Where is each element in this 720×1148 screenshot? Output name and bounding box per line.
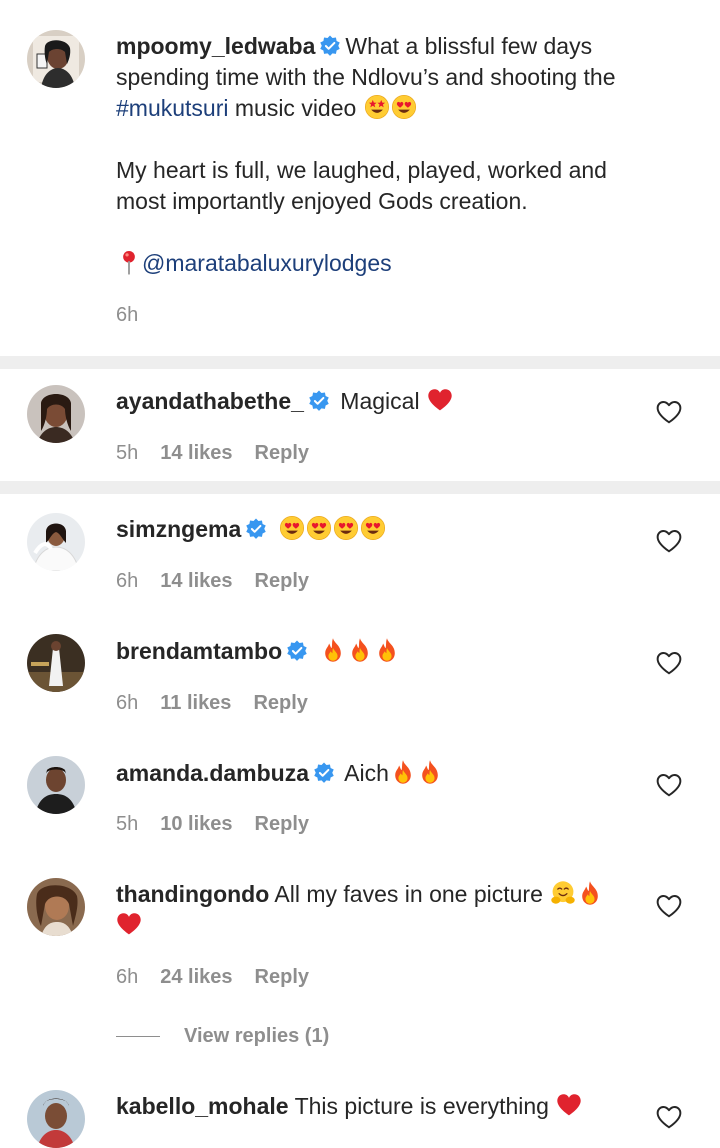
comment-body: Magical: [340, 388, 420, 414]
comment-body: This picture is everything: [294, 1093, 549, 1119]
avatar[interactable]: [27, 30, 85, 88]
heart-eyes-emoji: [306, 515, 332, 541]
timestamp: 6h: [116, 304, 139, 326]
likes-count[interactable]: 24 likes: [160, 966, 232, 988]
timestamp: 6h: [116, 570, 139, 592]
caption-location: @maratabaluxurylodges: [116, 248, 636, 279]
comment-body: All my faves in one picture: [274, 881, 543, 907]
hugging-face-emoji: [550, 880, 576, 906]
comment-text: brendamtambo: [116, 636, 636, 667]
comment-meta: 6h 24 likes Reply: [116, 964, 331, 990]
fire-emoji: [417, 759, 443, 785]
comment-username[interactable]: simzngema: [116, 516, 241, 542]
post-caption: mpoomy_ledwaba What a blissful few days s…: [0, 0, 720, 356]
comment-text: simzngema: [116, 514, 636, 545]
comment-username[interactable]: ayandathabethe_: [116, 388, 304, 414]
red-heart-emoji: [427, 387, 453, 413]
likes-count[interactable]: 10 likes: [160, 813, 232, 835]
comment-username[interactable]: thandingondo: [116, 881, 269, 907]
caption-text: mpoomy_ledwaba What a blissful few days s…: [116, 31, 636, 124]
fire-emoji: [374, 637, 400, 663]
caption-meta: 6h: [116, 302, 160, 328]
verified-badge-icon: [245, 518, 267, 540]
view-replies-label: View replies (1): [184, 1025, 330, 1047]
heart-outline-icon[interactable]: [656, 400, 682, 424]
fire-emoji: [390, 759, 416, 785]
timestamp: 6h: [116, 692, 139, 714]
view-replies-button[interactable]: View replies (1): [116, 1022, 329, 1050]
comment-username[interactable]: kabello_mohale: [116, 1093, 289, 1119]
comment-text: amanda.dambuza Aich: [116, 758, 636, 789]
divider: [0, 356, 720, 369]
comment-username[interactable]: amanda.dambuza: [116, 760, 309, 786]
comment-meta: 6h 14 likes Reply: [116, 568, 331, 594]
fire-emoji: [320, 637, 346, 663]
heart-outline-icon[interactable]: [656, 894, 682, 918]
likes-count[interactable]: 14 likes: [160, 570, 232, 592]
comment-text: kabello_mohale This picture is everythin…: [116, 1091, 636, 1122]
red-heart-emoji: [556, 1092, 582, 1118]
reply-button[interactable]: Reply: [255, 570, 309, 592]
heart-outline-icon[interactable]: [656, 651, 682, 675]
reply-thread-line: [116, 1036, 160, 1038]
comment-meta: 5h 10 likes Reply: [116, 811, 331, 837]
verified-badge-icon: [319, 35, 341, 57]
comment-meta: 6h 11 likes Reply: [116, 690, 330, 716]
mention-link[interactable]: @maratabaluxurylodges: [142, 250, 392, 276]
round-pushpin-emoji: [116, 249, 142, 275]
timestamp: 5h: [116, 813, 139, 835]
comment-text: ayandathabethe_ Magical: [116, 386, 636, 417]
red-heart-emoji: [116, 911, 142, 937]
avatar[interactable]: [27, 513, 85, 571]
reply-button[interactable]: Reply: [253, 692, 307, 714]
caption-text-part: music video: [228, 95, 357, 121]
avatar[interactable]: [27, 634, 85, 692]
timestamp: 6h: [116, 966, 139, 988]
heart-eyes-emoji: [391, 94, 417, 120]
comment-username[interactable]: brendamtambo: [116, 638, 282, 664]
likes-count[interactable]: 14 likes: [160, 442, 232, 464]
verified-badge-icon: [313, 762, 335, 784]
heart-eyes-emoji: [279, 515, 305, 541]
star-struck-emoji: [364, 94, 390, 120]
comment-meta: 5h 14 likes Reply: [116, 440, 331, 466]
verified-badge-icon: [308, 390, 330, 412]
timestamp: 5h: [116, 442, 139, 464]
heart-outline-icon[interactable]: [656, 773, 682, 797]
reply-button[interactable]: Reply: [255, 813, 309, 835]
fire-emoji: [577, 880, 603, 906]
likes-count[interactable]: 11 likes: [160, 692, 231, 714]
hashtag-link[interactable]: #mukutsuri: [116, 95, 228, 121]
avatar[interactable]: [27, 385, 85, 443]
divider: [0, 481, 720, 494]
caption-username[interactable]: mpoomy_ledwaba: [116, 33, 315, 59]
caption-paragraph: My heart is full, we laughed, played, wo…: [116, 157, 607, 214]
avatar[interactable]: [27, 1090, 85, 1148]
verified-badge-icon: [286, 640, 308, 662]
avatar[interactable]: [27, 756, 85, 814]
heart-outline-icon[interactable]: [656, 529, 682, 553]
comment-body: Aich: [344, 760, 389, 786]
heart-eyes-emoji: [360, 515, 386, 541]
fire-emoji: [347, 637, 373, 663]
reply-button[interactable]: Reply: [255, 966, 309, 988]
comment-text: thandingondo All my faves in one picture: [116, 879, 636, 941]
reply-button[interactable]: Reply: [255, 442, 309, 464]
heart-eyes-emoji: [333, 515, 359, 541]
avatar[interactable]: [27, 878, 85, 936]
heart-outline-icon[interactable]: [656, 1105, 682, 1129]
